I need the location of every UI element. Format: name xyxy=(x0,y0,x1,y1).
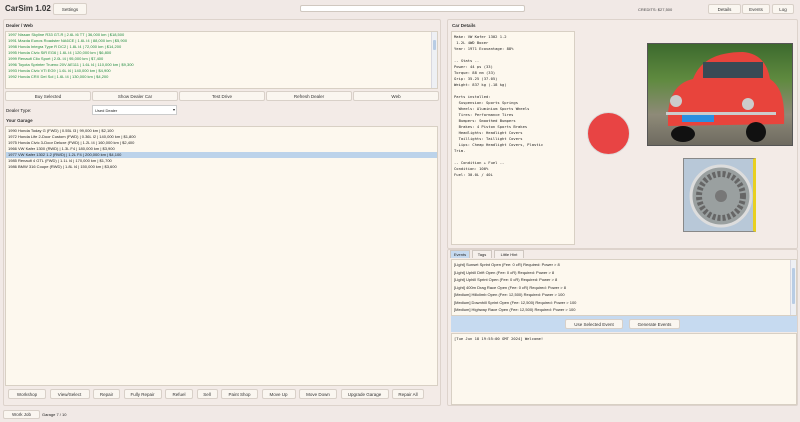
garage-button-0[interactable]: Workshop xyxy=(8,389,46,399)
car-color-swatch xyxy=(587,112,630,155)
events-scrollbar[interactable] xyxy=(790,260,796,315)
dealer-button-0[interactable]: Buy Selected xyxy=(5,91,91,101)
dealer-button-3[interactable]: Refresh Dealer xyxy=(266,91,352,101)
chevron-down-icon: ▾ xyxy=(172,107,175,112)
event-list-item[interactable]: [Medium] Downhill Sprint Open (Fee: 12,5… xyxy=(452,299,796,307)
event-list-item[interactable]: [Light] Sunset Sprint Open (Fee: 0 cR) R… xyxy=(452,261,796,269)
garage-button-1[interactable]: View/Select xyxy=(49,389,90,399)
garage-button-9[interactable]: Upgrade Garage xyxy=(340,389,389,399)
garage-button-3[interactable]: Fully Repair xyxy=(123,389,162,399)
dealer-button-2[interactable]: Test Drive xyxy=(179,91,265,101)
garage-button-8[interactable]: Move Down xyxy=(299,389,337,399)
garage-button-4[interactable]: Refuel xyxy=(165,389,193,399)
tab-2[interactable]: Little Hint xyxy=(494,250,524,258)
details-text: Make: VW Kafer 1302 1.2 1.2L 4WD Boxer Y… xyxy=(451,31,575,245)
garage-button-6[interactable]: Paint Shop xyxy=(221,389,258,399)
garage-button-7[interactable]: Move Up xyxy=(261,389,296,399)
dealer-type-label: Dealer Type: xyxy=(6,108,32,113)
events-action-bar xyxy=(451,316,797,332)
garage-label: Your Garage xyxy=(6,118,33,123)
details-button[interactable]: Details xyxy=(708,4,741,14)
dealer-list[interactable]: 1997 Nissan Skyline R33 GT-R | 2.6L I6 T… xyxy=(5,31,438,89)
dealer-scrollbar[interactable] xyxy=(431,32,437,88)
app-title: CarSim 1.02 xyxy=(5,4,51,13)
event-list-item[interactable]: [Light] Uphill Sprint Open (Fee: 0 cR) R… xyxy=(452,276,796,284)
dealer-list-item[interactable]: 1992 Honda CRX Del Sol | 1.6L I4 | 130,0… xyxy=(6,74,437,80)
work-job-button[interactable]: Work Job xyxy=(3,410,40,419)
car-image xyxy=(647,43,793,146)
garage-count: Garage 7 / 10 xyxy=(42,412,67,417)
garage-button-2[interactable]: Repair xyxy=(93,389,120,399)
credits-display: CREDITS: $27,500 xyxy=(638,7,673,12)
garage-list-item[interactable]: 1986 BMW 316 Coupe (RWD) | 1.8L I4 | 150… xyxy=(6,164,437,170)
event-list-item[interactable]: [Light] Uphill Drift Open (Fee: 0 cR) Re… xyxy=(452,269,796,277)
garage-button-5[interactable]: Sell xyxy=(196,389,218,399)
tab-0[interactable]: Events xyxy=(450,250,470,258)
dealer-button-1[interactable]: Show Dealer Car xyxy=(92,91,178,101)
events-list[interactable]: [Light] Sunset Sprint Open (Fee: 0 cR) R… xyxy=(451,259,797,316)
log-button[interactable]: Log xyxy=(772,4,794,14)
event-list-item[interactable]: [Light] 400m Drag Race Open (Fee: 0 cR) … xyxy=(452,284,796,292)
tab-1[interactable]: Tags xyxy=(472,250,492,258)
dealer-type-value: Used Dealer xyxy=(95,108,118,113)
wheel-image xyxy=(683,158,756,232)
details-label: Car Details xyxy=(452,23,476,28)
dealer-label: Dealer / Web xyxy=(6,23,33,28)
search-input[interactable] xyxy=(300,5,525,12)
generate-events-button[interactable]: Generate Events xyxy=(629,319,680,329)
event-list-item[interactable]: [Medium] Highway Race Open (Fee: 12,500)… xyxy=(452,306,796,314)
garage-list[interactable]: 1990 Honda Today G (FWD) | 0.55L I3 | 99… xyxy=(5,126,438,386)
use-selected-event-button[interactable]: Use Selected Event xyxy=(565,319,623,329)
event-list-item[interactable]: [Medium] Hillclimb Open (Fee: 12,500) Re… xyxy=(452,291,796,299)
events-button[interactable]: Events xyxy=(742,4,770,14)
dealer-type-select[interactable]: Used Dealer ▾ xyxy=(92,105,177,115)
log-area: [Tue Jun 18 19:55:00 GMT 2024] Welcome! xyxy=(451,333,797,405)
settings-button[interactable]: Settings xyxy=(53,3,87,15)
garage-button-10[interactable]: Repair All xyxy=(392,389,424,399)
dealer-button-4[interactable]: Web xyxy=(353,91,439,101)
